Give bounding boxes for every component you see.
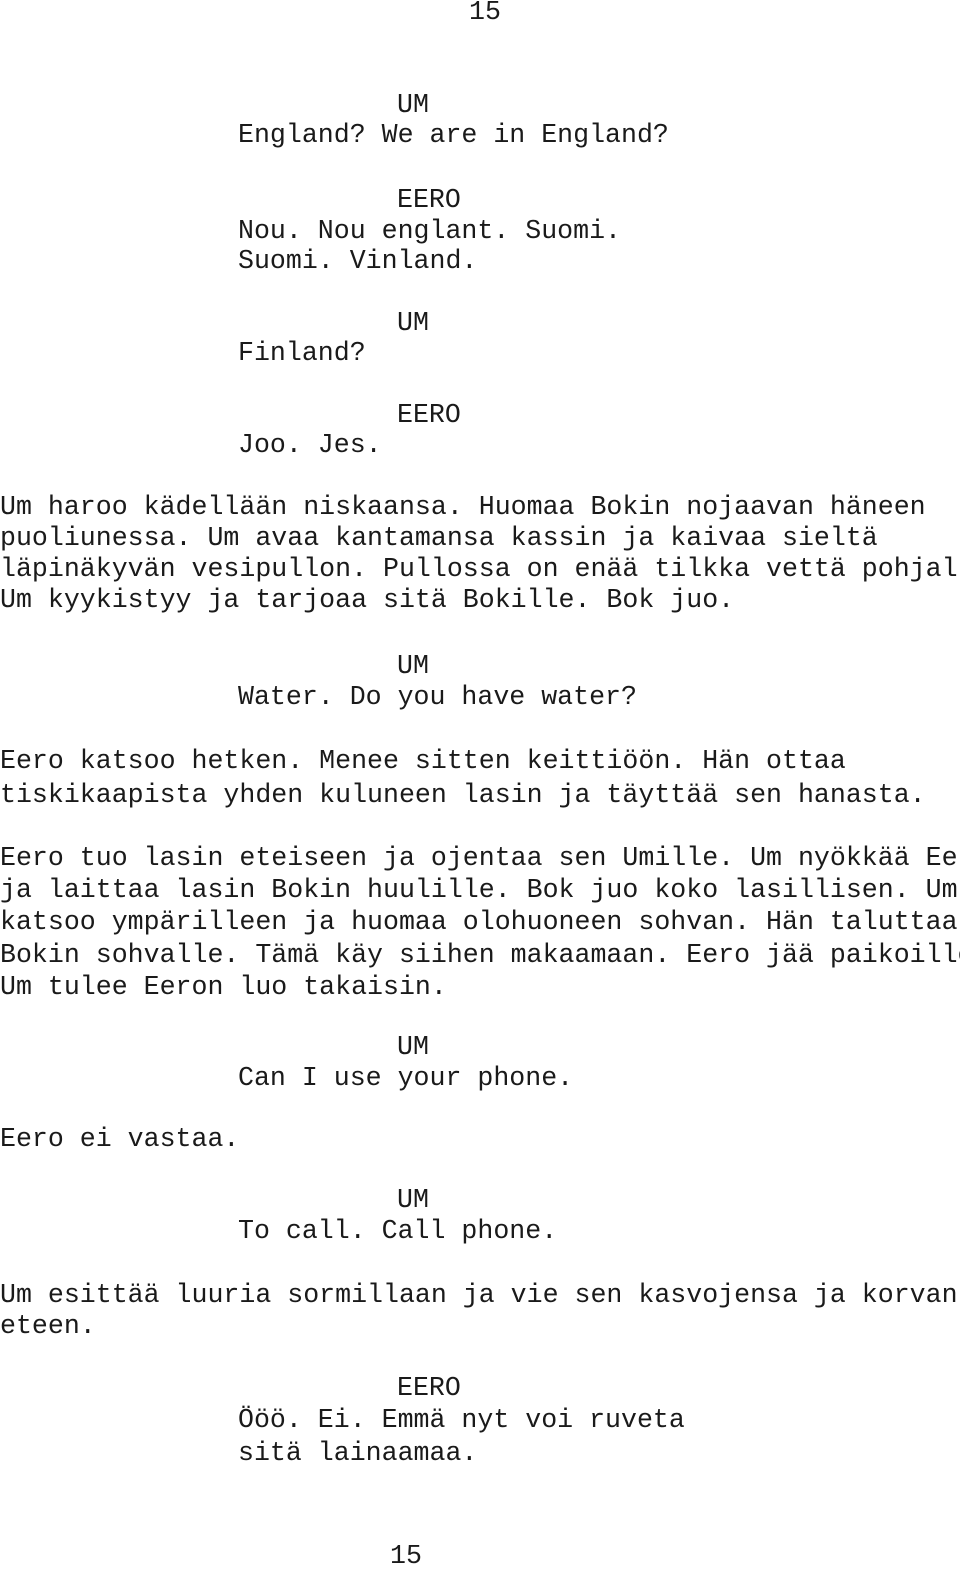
character-name: UM	[397, 1032, 429, 1062]
action-line: puoliunessa. Um avaa kantamansa kassin j…	[0, 523, 878, 553]
dialogue-line: Suomi. Vinland.	[238, 246, 478, 276]
character-name: UM	[397, 90, 429, 120]
dialogue-line: To call. Call phone.	[238, 1216, 558, 1246]
page-number-bottom: 15	[390, 1541, 422, 1571]
script-page: 15 UM England? We are in England? EERO N…	[0, 0, 960, 1571]
action-line: katsoo ympärilleen ja huomaa olohuoneen …	[0, 907, 958, 937]
dialogue-line: Water. Do you have water?	[238, 682, 637, 712]
dialogue-line: Ööö. Ei. Emmä nyt voi ruveta	[238, 1405, 685, 1435]
character-name: EERO	[397, 1373, 461, 1403]
action-line: Bokin sohvalle. Tämä käy siihen makaamaa…	[0, 940, 960, 970]
dialogue-line: England? We are in England?	[238, 120, 669, 150]
action-line: Um haroo kädellään niskaansa. Huomaa Bok…	[0, 492, 926, 522]
dialogue-line: sitä lainaamaa.	[238, 1438, 478, 1468]
action-line: Um tulee Eeron luo takaisin.	[0, 972, 447, 1002]
page-number-top: 15	[469, 0, 501, 27]
character-name: UM	[397, 1185, 429, 1215]
action-line: tiskikaapista yhden kuluneen lasin ja tä…	[0, 780, 926, 810]
action-line: Um kyykistyy ja tarjoaa sitä Bokille. Bo…	[0, 585, 735, 615]
action-line: Eero katsoo hetken. Menee sitten keittiö…	[0, 746, 846, 776]
action-line: Um esittää luuria sormillaan ja vie sen …	[0, 1280, 958, 1310]
dialogue-line: Nou. Nou englant. Suomi.	[238, 216, 622, 246]
character-name: EERO	[397, 400, 461, 430]
action-line: eteen.	[0, 1311, 96, 1341]
character-name: EERO	[397, 185, 461, 215]
action-line: Eero ei vastaa.	[0, 1124, 240, 1154]
action-line: Eero tuo lasin eteiseen ja ojentaa sen U…	[0, 843, 960, 873]
dialogue-line: Joo. Jes.	[238, 430, 382, 460]
character-name: UM	[397, 308, 429, 338]
character-name: UM	[397, 651, 429, 681]
action-line: läpinäkyvän vesipullon. Pullossa on enää…	[0, 554, 960, 584]
dialogue-line: Finland?	[238, 338, 366, 368]
action-line: ja laittaa lasin Bokin huulille. Bok juo…	[0, 875, 958, 905]
dialogue-line: Can I use your phone.	[238, 1063, 574, 1093]
